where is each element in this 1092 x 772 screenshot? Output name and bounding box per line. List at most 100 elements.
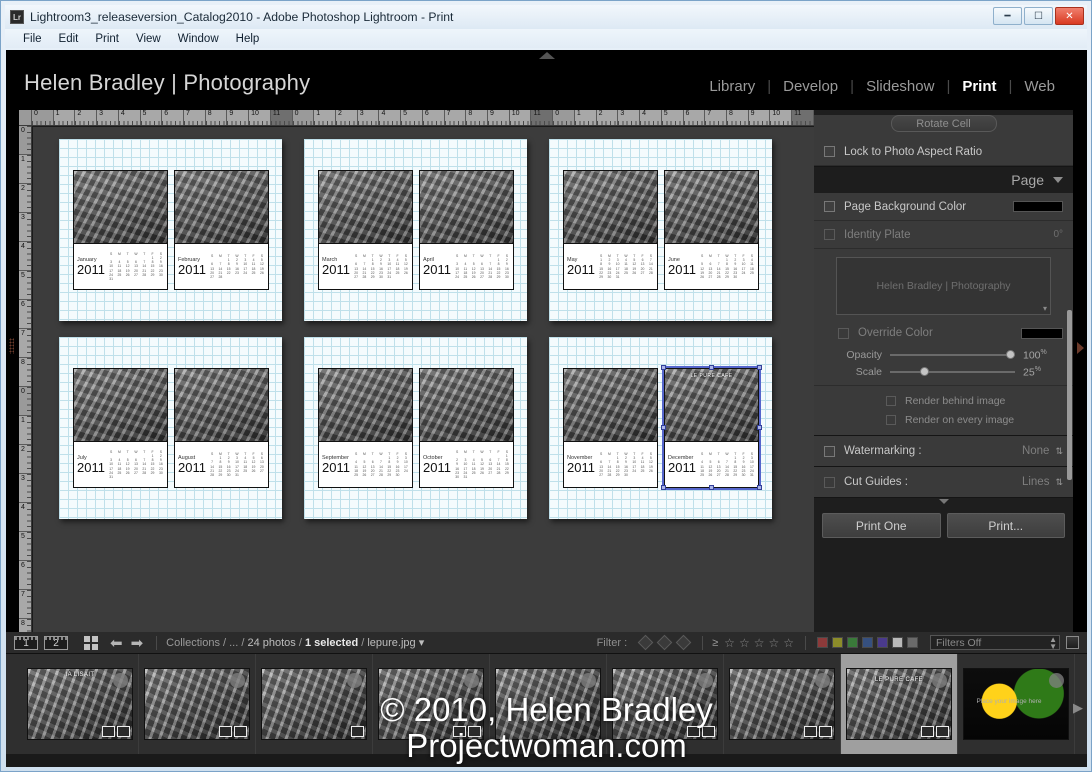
cell-photo[interactable] [420, 369, 513, 443]
filmstrip-thumbnail[interactable]: IA LISAIT [27, 668, 133, 740]
menu-window[interactable]: Window [170, 32, 227, 46]
selection-handle[interactable] [709, 485, 714, 490]
metadata-badge-icon[interactable] [117, 726, 130, 737]
flag-reject-icon[interactable] [675, 634, 692, 651]
metadata-badge-icon[interactable] [351, 726, 364, 737]
print-cell-selected[interactable]: LE PURE CAFE December 2011 S M T W T F S 1 2 3 4 5 6 7 8 9… [662, 366, 761, 490]
color-label-swatch-5[interactable] [892, 637, 903, 648]
watermarking-row[interactable]: Watermarking : None ⇅ [814, 436, 1073, 466]
crop-badge-icon[interactable] [687, 726, 700, 737]
cut-guides-right[interactable]: Lines ⇅ [1022, 476, 1063, 488]
filmstrip-thumbnails[interactable]: IA LISAIT LE PURE CAFE Place your image he… [6, 654, 1087, 754]
crop-badge-icon[interactable] [921, 726, 934, 737]
filmstrip-thumbnail[interactable] [729, 668, 835, 740]
scale-track[interactable] [890, 367, 1015, 376]
metadata-badge-icon[interactable] [234, 726, 247, 737]
identity-plate-checkbox[interactable] [824, 229, 835, 240]
metadata-badge-icon[interactable] [702, 726, 715, 737]
color-label-swatch-4[interactable] [877, 637, 888, 648]
lock-aspect-checkbox[interactable] [824, 146, 835, 157]
cell-photo[interactable] [74, 369, 167, 443]
render-behind-row[interactable]: Render behind image [814, 391, 1073, 410]
cell-photo[interactable] [74, 171, 167, 245]
color-label-swatch-6[interactable] [907, 637, 918, 648]
rating-operator[interactable]: ≥ [712, 637, 718, 649]
opacity-value-wrap[interactable]: 100% [1023, 349, 1057, 362]
cell-photo[interactable] [319, 171, 412, 245]
module-library[interactable]: Library [697, 78, 767, 95]
star-1-icon[interactable]: ☆ [724, 636, 735, 650]
module-develop[interactable]: Develop [771, 78, 850, 95]
crop-badge-icon[interactable] [219, 726, 232, 737]
color-label-swatch-1[interactable] [832, 637, 843, 648]
screen-1-button[interactable]: 1 [14, 635, 38, 650]
render-behind-checkbox[interactable] [886, 395, 896, 406]
print-cell[interactable]: March 2011 S M T W T F S 1 2 3 4 5 6 7 8 9 10 11 12 13 14 15 16 1… [318, 170, 413, 290]
cell-photo[interactable] [665, 171, 758, 245]
breadcrumb[interactable]: Collections / ... / 24 photos / 1 select… [166, 636, 424, 649]
grid-view-icon[interactable] [84, 635, 98, 650]
cell-photo[interactable] [564, 171, 657, 245]
cell-photo[interactable] [319, 369, 412, 443]
print-page[interactable]: January 2011 S M T W T F S 1 2 3 4 5 6 7 8 9 10 11 12 13 14 15 1… [59, 139, 282, 321]
filmstrip-thumbnail[interactable] [612, 668, 718, 740]
filter-toggle-icon[interactable] [1066, 636, 1079, 649]
filmstrip-thumbnail-cell[interactable]: IA LISAIT [22, 654, 139, 754]
selection-handle[interactable] [757, 425, 762, 430]
star-5-icon[interactable]: ☆ [783, 636, 794, 650]
color-label-swatch-2[interactable] [847, 637, 858, 648]
print-page[interactable]: September 2011 S M T W T F S 1 2 3 4 5 6 7 8 9 10 11 12 13 14 1… [304, 337, 527, 519]
print-preview-canvas[interactable]: January 2011 S M T W T F S 1 2 3 4 5 6 7 8 9 10 11 12 13 14 15 1… [33, 127, 814, 632]
filmstrip-thumbnail-cell[interactable] [490, 654, 607, 754]
selection-handle[interactable] [661, 485, 666, 490]
print-page[interactable]: March 2011 S M T W T F S 1 2 3 4 5 6 7 8 9 10 11 12 13 14 15 16 1… [304, 139, 527, 321]
stepper-icon[interactable]: ▲ ▼ [1049, 635, 1057, 650]
crop-badge-icon[interactable] [804, 726, 817, 737]
print-cell[interactable]: October 2011 S M T W T F S 1 2 3 4 5 6 7 8 9 10 11 12 13 14 15 1… [419, 368, 514, 488]
menu-edit[interactable]: Edit [51, 32, 87, 46]
cell-photo[interactable] [420, 171, 513, 245]
module-slideshow[interactable]: Slideshow [854, 78, 946, 95]
print-button[interactable]: Print... [946, 513, 1065, 538]
scale-knob[interactable] [920, 367, 929, 376]
identity-plate-dropdown-icon[interactable]: ▾ [1043, 304, 1047, 313]
filmstrip-thumbnail[interactable] [495, 668, 601, 740]
identity-plate-angle[interactable]: 0° [1053, 229, 1063, 240]
right-panel-scrollbar[interactable] [1067, 310, 1072, 480]
cut-guides-checkbox[interactable] [824, 476, 835, 488]
cell-photo[interactable] [564, 369, 657, 443]
page-background-color-swatch[interactable] [1013, 201, 1063, 212]
menu-view[interactable]: View [128, 32, 169, 46]
filmstrip-thumbnail[interactable] [261, 668, 367, 740]
filmstrip-thumbnail-cell[interactable]: LE PURE CAFE [841, 654, 958, 754]
print-cell[interactable]: February 2011 S M T W T F S 1 2 3 4 5 6 7 8 9 10 11 12 13 14 15… [174, 170, 269, 290]
metadata-badge-icon[interactable] [936, 726, 949, 737]
lock-aspect-row[interactable]: Lock to Photo Aspect Ratio [814, 138, 1073, 166]
cell-photo[interactable] [175, 369, 268, 443]
print-cell[interactable]: January 2011 S M T W T F S 1 2 3 4 5 6 7 8 9 10 11 12 13 14 15 1… [73, 170, 168, 290]
page-background-color-checkbox[interactable] [824, 201, 835, 212]
top-panel-toggle[interactable] [6, 50, 1087, 60]
filmstrip-next-icon[interactable]: ▶ [1073, 700, 1083, 716]
page-section-header[interactable]: Page [814, 167, 1073, 193]
page-background-color-row[interactable]: Page Background Color [814, 193, 1073, 221]
print-cell[interactable]: September 2011 S M T W T F S 1 2 3 4 5 6 7 8 9 10 11 12 13 14 1… [318, 368, 413, 488]
cut-guides-stepper-icon[interactable]: ⇅ [1055, 477, 1063, 488]
override-color-checkbox[interactable] [838, 327, 849, 339]
watermarking-checkbox[interactable] [824, 445, 835, 457]
filmstrip-thumbnail-cell[interactable]: Place your image here [958, 654, 1075, 754]
metadata-badge-icon[interactable] [819, 726, 832, 737]
print-cell[interactable]: April 2011 S M T W T F S 1 2 3 4 5 6 7 8 9 10 11 12 13 14 15 16 1… [419, 170, 514, 290]
cell-photo[interactable] [175, 171, 268, 245]
override-color-swatch[interactable] [1021, 327, 1063, 339]
minimize-button[interactable]: ━ [993, 7, 1022, 25]
maximize-button[interactable]: ☐ [1024, 7, 1053, 25]
opacity-slider-row[interactable]: Opacity 100% [814, 345, 1073, 365]
print-cell[interactable]: June 2011 S M T W T F S 1 2 3 4 5 6 7 8 9 10 11 12 13 14 15 16 17… [664, 170, 759, 290]
cell-photo[interactable]: LE PURE CAFE [665, 369, 758, 443]
render-every-row[interactable]: Render on every image [814, 410, 1073, 429]
identity-plate[interactable]: Helen Bradley | Photography [24, 70, 310, 96]
print-page[interactable]: July 2011 S M T W T F S 1 2 3 4 5 6 7 8 9 10 11 12 13 14 15 16 17… [59, 337, 282, 519]
print-page[interactable]: May 2011 S M T W T F S 1 2 3 4 5 6 7 8 9 10 11 12 13 14 15 16 17 1… [549, 139, 772, 321]
close-button[interactable]: ✕ [1055, 7, 1084, 25]
